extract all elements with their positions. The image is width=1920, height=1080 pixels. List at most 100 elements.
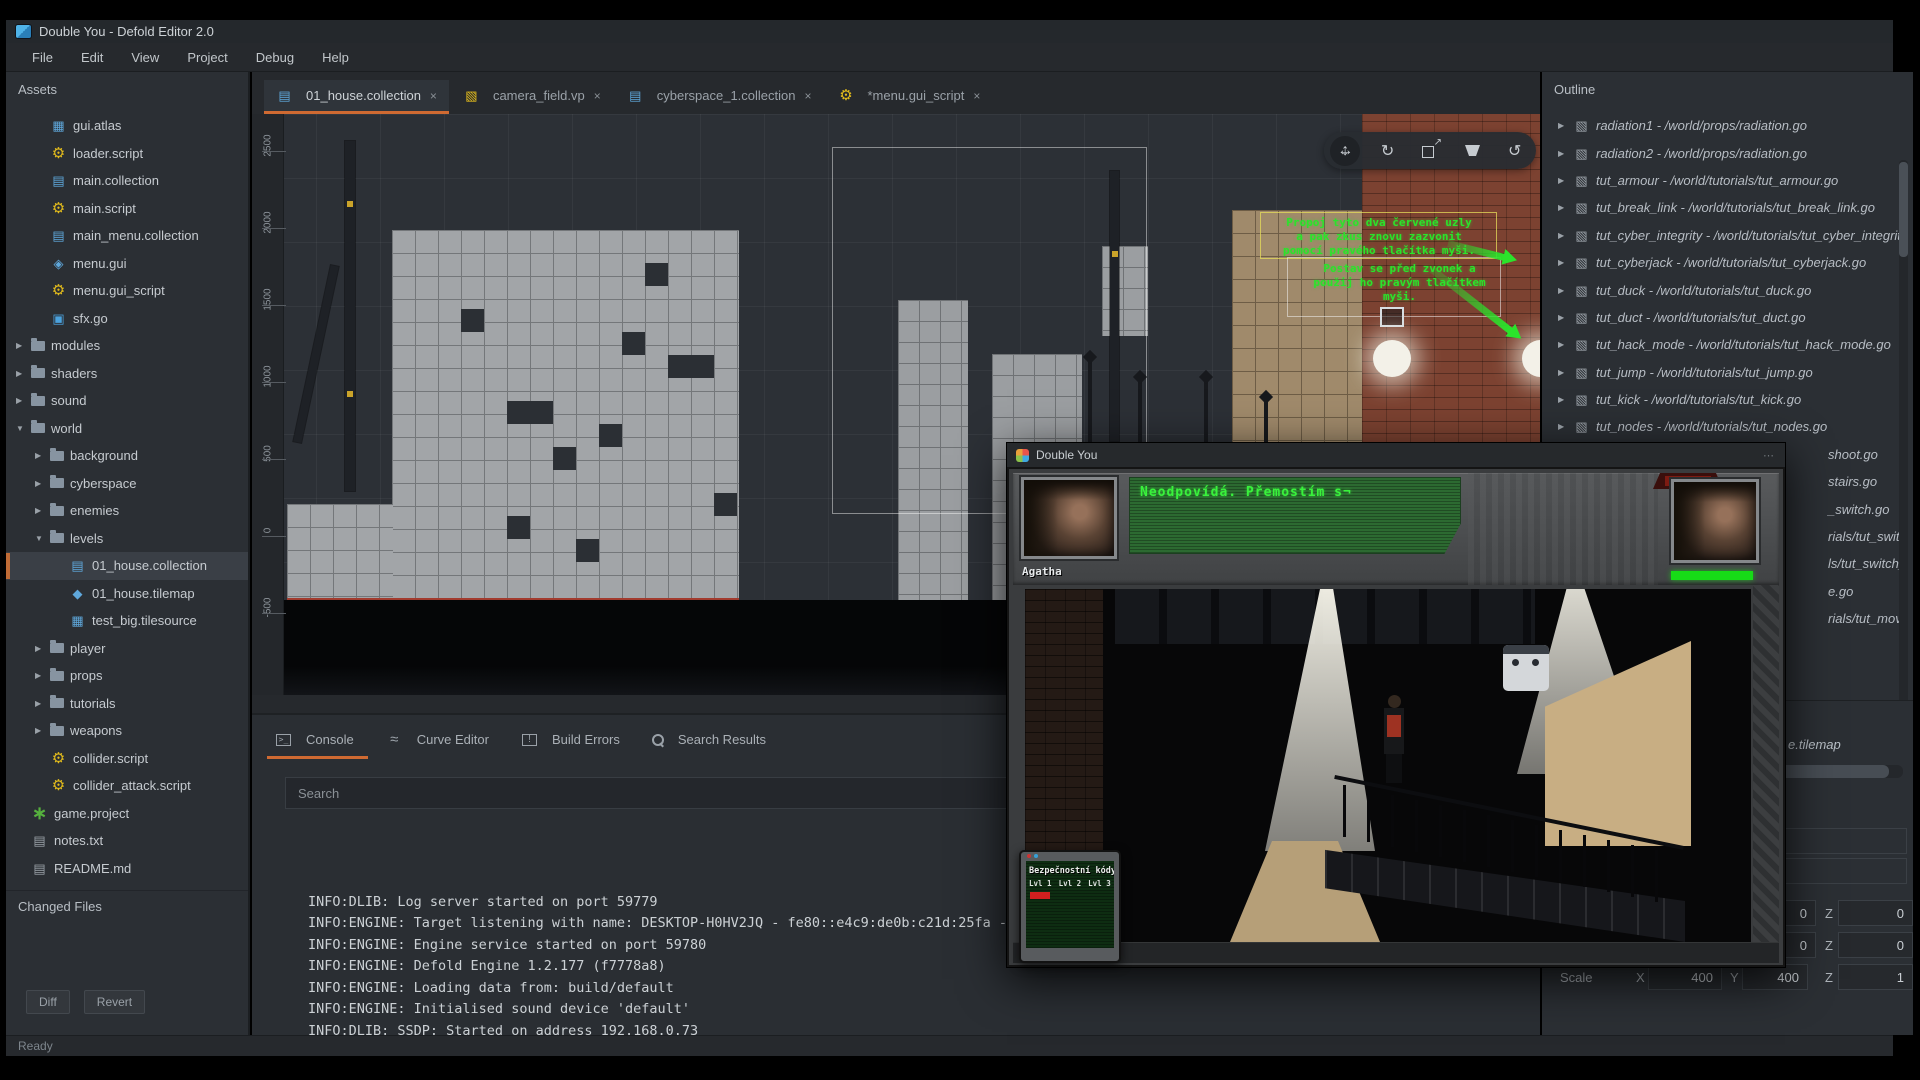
tree-item[interactable]: collider_attack.script — [6, 772, 248, 800]
tree-item[interactable]: 01_house.collection — [6, 552, 248, 580]
console-tab[interactable]: Curve Editor — [378, 726, 503, 759]
menu-item[interactable]: File — [18, 46, 67, 69]
tree-item[interactable]: modules — [6, 332, 248, 360]
tree-item[interactable]: test_big.tilesource — [6, 607, 248, 635]
frustum-icon[interactable] — [1457, 136, 1487, 166]
scale-z-field[interactable]: 1 — [1838, 964, 1913, 990]
revert-button[interactable]: Revert — [84, 990, 145, 1014]
menu-item[interactable]: Debug — [242, 46, 308, 69]
tilemap-resource-value[interactable]: e.tilemap — [1788, 737, 1841, 752]
tree-item[interactable]: shaders — [6, 360, 248, 388]
tree-item[interactable]: cyberspace — [6, 470, 248, 498]
outline-item[interactable]: tut_nodes - /world/tutorials/tut_nodes.g… — [1542, 413, 1899, 440]
tree-item[interactable]: README.md — [6, 855, 248, 883]
window-titlebar[interactable]: Double You - Defold Editor 2.0 — [6, 20, 1893, 43]
scale-icon[interactable] — [1415, 136, 1445, 166]
tab-close-icon[interactable]: × — [973, 89, 980, 103]
outline-item[interactable]: radiation2 - /world/props/radiation.go — [1542, 139, 1899, 166]
tab-close-icon[interactable]: × — [594, 89, 601, 103]
game-window-titlebar[interactable]: Double You ⋯ — [1007, 443, 1785, 467]
expand-arrow-icon[interactable] — [1558, 258, 1573, 267]
tree-item[interactable]: weapons — [6, 717, 248, 745]
tree-item[interactable]: loader.script — [6, 140, 248, 168]
rotate-icon[interactable] — [1373, 136, 1403, 166]
expand-arrow-icon[interactable] — [35, 662, 50, 690]
tree-item[interactable]: levels — [6, 525, 248, 553]
editor-tab[interactable]: 01_house.collection × — [264, 80, 449, 114]
tree-item[interactable]: props — [6, 662, 248, 690]
expand-arrow-icon[interactable] — [1558, 121, 1573, 130]
tree-item[interactable]: gui.atlas — [6, 112, 248, 140]
outline-item[interactable]: radiation1 - /world/props/radiation.go — [1542, 112, 1899, 139]
outline-item[interactable]: tut_kick - /world/tutorials/tut_kick.go — [1542, 386, 1899, 413]
tree-item[interactable]: main_menu.collection — [6, 222, 248, 250]
outline-item[interactable]: tut_break_link - /world/tutorials/tut_br… — [1542, 194, 1899, 221]
tree-item[interactable]: main.collection — [6, 167, 248, 195]
tree-item[interactable]: notes.txt — [6, 827, 248, 855]
outline-item[interactable]: tut_duct - /world/tutorials/tut_duct.go — [1542, 304, 1899, 331]
tree-item[interactable]: world — [6, 415, 248, 443]
menu-item[interactable]: Help — [308, 46, 363, 69]
expand-arrow-icon[interactable] — [35, 717, 50, 745]
console-tab[interactable]: Console — [267, 726, 368, 759]
tab-close-icon[interactable]: × — [804, 89, 811, 103]
console-tab[interactable]: Build Errors — [513, 726, 634, 759]
move-icon[interactable] — [1330, 136, 1360, 166]
expand-arrow-icon[interactable] — [1558, 203, 1573, 212]
expand-arrow-icon[interactable] — [1558, 395, 1573, 404]
diff-button[interactable]: Diff — [26, 990, 70, 1014]
expand-arrow-icon[interactable] — [35, 497, 50, 525]
tree-item[interactable]: tutorials — [6, 690, 248, 718]
tree-item[interactable]: menu.gui — [6, 250, 248, 278]
editor-tab[interactable]: *menu.gui_script × — [826, 80, 993, 114]
outline-item[interactable]: tut_hack_mode - /world/tutorials/tut_hac… — [1542, 331, 1899, 358]
outline-item[interactable]: tut_duck - /world/tutorials/tut_duck.go — [1542, 276, 1899, 303]
outline-scrollbar[interactable] — [1899, 160, 1908, 700]
tree-item[interactable]: background — [6, 442, 248, 470]
tree-item[interactable]: collider.script — [6, 745, 248, 773]
position-z-field[interactable]: 0 — [1838, 900, 1913, 926]
expand-arrow-icon[interactable] — [1558, 231, 1573, 240]
expand-arrow-icon[interactable] — [1558, 149, 1573, 158]
expand-arrow-icon[interactable] — [16, 387, 31, 415]
expand-arrow-icon[interactable] — [35, 690, 50, 718]
expand-arrow-icon[interactable] — [16, 332, 31, 360]
menu-item[interactable]: View — [117, 46, 173, 69]
outline-item[interactable]: tut_cyberjack - /world/tutorials/tut_cyb… — [1542, 249, 1899, 276]
editor-tab[interactable]: camera_field.vp × — [451, 80, 613, 114]
window-controls[interactable]: ⋯ — [1763, 449, 1776, 462]
rotation-z-field[interactable]: 0 — [1838, 932, 1913, 958]
tree-item[interactable]: game.project — [6, 800, 248, 828]
expand-arrow-icon[interactable] — [16, 415, 31, 443]
expand-arrow-icon[interactable] — [1558, 313, 1573, 322]
tree-item[interactable]: enemies — [6, 497, 248, 525]
tree-item[interactable]: menu.gui_script — [6, 277, 248, 305]
menu-item[interactable]: Project — [173, 46, 241, 69]
expand-arrow-icon[interactable] — [35, 635, 50, 663]
scrollbar-thumb[interactable] — [1899, 162, 1908, 257]
expand-arrow-icon[interactable] — [35, 470, 50, 498]
tree-item[interactable]: sound — [6, 387, 248, 415]
tree-item[interactable]: main.script — [6, 195, 248, 223]
expand-arrow-icon[interactable] — [35, 442, 50, 470]
outline-item[interactable]: tut_jump - /world/tutorials/tut_jump.go — [1542, 359, 1899, 386]
expand-arrow-icon[interactable] — [16, 360, 31, 388]
outline-item[interactable]: tut_armour - /world/tutorials/tut_armour… — [1542, 167, 1899, 194]
tab-close-icon[interactable]: × — [430, 89, 437, 103]
tree-item[interactable]: 01_house.tilemap — [6, 580, 248, 608]
tree-item[interactable]: sfx.go — [6, 305, 248, 333]
expand-arrow-icon[interactable] — [1558, 368, 1573, 377]
editor-tab[interactable]: cyberspace_1.collection × — [615, 80, 824, 114]
expand-arrow-icon[interactable] — [35, 525, 50, 553]
expand-arrow-icon[interactable] — [1558, 176, 1573, 185]
expand-arrow-icon[interactable] — [1558, 422, 1573, 431]
expand-arrow-icon[interactable] — [1558, 286, 1573, 295]
tree-item[interactable]: player — [6, 635, 248, 663]
outline-item[interactable]: tut_cyber_integrity - /world/tutorials/t… — [1542, 222, 1899, 249]
menu-item[interactable]: Edit — [67, 46, 117, 69]
reset-icon[interactable] — [1500, 136, 1530, 166]
scale-y-field[interactable]: 400 — [1742, 964, 1808, 990]
scale-x-field[interactable]: 400 — [1648, 964, 1722, 990]
console-tab[interactable]: Search Results — [644, 726, 780, 759]
expand-arrow-icon[interactable] — [1558, 340, 1573, 349]
